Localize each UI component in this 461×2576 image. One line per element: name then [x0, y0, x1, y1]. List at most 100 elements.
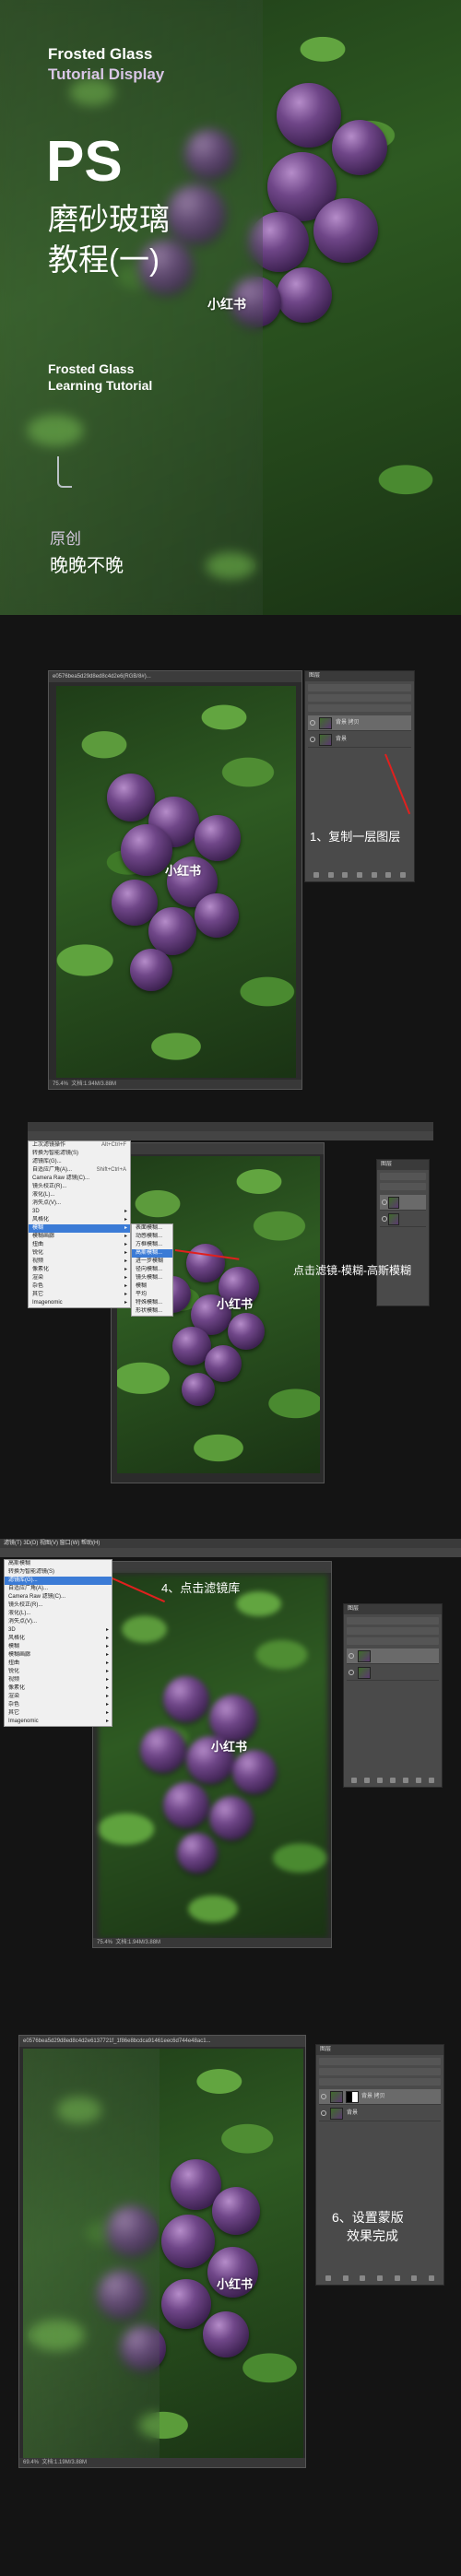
menu-item[interactable]: 其它 ▸: [29, 1291, 130, 1299]
menu-item[interactable]: 表面模糊...: [132, 1224, 172, 1233]
trash-icon[interactable]: [428, 2275, 434, 2281]
menu-bar-items[interactable]: 滤镜(T) 3D(D) 视图(V) 窗口(W) 帮助(H): [4, 1541, 100, 1546]
lock-fill-bar[interactable]: [347, 1637, 439, 1645]
eye-icon[interactable]: [310, 720, 315, 726]
fx-icon[interactable]: [364, 1778, 370, 1783]
menu-item[interactable]: 滤镜库(G)...: [29, 1158, 130, 1166]
menu-item[interactable]: 渲染 ▸: [5, 1693, 112, 1701]
lock-fill-bar[interactable]: [308, 704, 411, 712]
blend-mode-bar[interactable]: [347, 1627, 439, 1635]
menu-item[interactable]: Imagenomic ▸: [5, 1718, 112, 1726]
menu-item[interactable]: 滤镜库(G)...: [5, 1577, 112, 1585]
layer-filter-bar[interactable]: [380, 1173, 426, 1180]
menu-item[interactable]: 杂色 ▸: [5, 1701, 112, 1709]
menu-item[interactable]: 特殊模糊...: [132, 1299, 172, 1307]
menu-item[interactable]: 方框模糊...: [132, 1241, 172, 1249]
menu-item[interactable]: 模糊画廊 ▸: [5, 1651, 112, 1660]
menu-item[interactable]: 自适应广角(A)...: [5, 1585, 112, 1593]
menu-item[interactable]: 视频 ▸: [29, 1258, 130, 1266]
eye-icon[interactable]: [382, 1216, 387, 1222]
menu-item[interactable]: 模糊画廊 ▸: [29, 1233, 130, 1241]
menu-item[interactable]: 3D ▸: [5, 1626, 112, 1635]
new-layer-icon[interactable]: [411, 2275, 418, 2281]
menu-item[interactable]: 转换为智能滤镜(S): [5, 1568, 112, 1577]
menu-item[interactable]: 消失点(V)...: [5, 1618, 112, 1626]
eye-icon[interactable]: [382, 1199, 387, 1205]
menu-item[interactable]: 锐化 ▸: [5, 1668, 112, 1676]
adjustment-icon[interactable]: [356, 872, 362, 878]
blend-mode-bar[interactable]: [319, 2068, 441, 2075]
eye-icon[interactable]: [321, 2110, 326, 2116]
menu-item[interactable]: Camera Raw 滤镜(C)...: [29, 1175, 130, 1183]
menu-item[interactable]: 自适应广角(A)... Shift+Ctrl+A: [29, 1166, 130, 1175]
menu-item[interactable]: 形状模糊...: [132, 1307, 172, 1316]
menu-item[interactable]: 高斯模糊...: [132, 1249, 172, 1258]
menu-item[interactable]: 其它 ▸: [5, 1709, 112, 1718]
lock-fill-bar[interactable]: [319, 2078, 441, 2086]
menu-item[interactable]: 转换为智能滤镜(S): [29, 1150, 130, 1158]
menu-item[interactable]: 液化(L)...: [29, 1191, 130, 1199]
link-icon[interactable]: [351, 1778, 357, 1783]
layer-row-copy[interactable]: [380, 1195, 426, 1211]
menu-item[interactable]: 液化(L)...: [5, 1610, 112, 1618]
blend-mode-bar[interactable]: [308, 694, 411, 702]
menu-item[interactable]: 风格化 ▸: [5, 1635, 112, 1643]
menu-item[interactable]: Camera Raw 滤镜(C)...: [5, 1593, 112, 1601]
menu-item[interactable]: 扭曲 ▸: [5, 1660, 112, 1668]
fx-icon[interactable]: [327, 872, 334, 878]
menu-item[interactable]: 杂色 ▸: [29, 1282, 130, 1291]
eye-icon[interactable]: [310, 737, 315, 742]
menu-item[interactable]: Imagenomic ▸: [29, 1299, 130, 1307]
new-layer-icon[interactable]: [416, 1778, 421, 1783]
layer-row-copy[interactable]: 背景 拷贝: [308, 715, 411, 731]
layer-row-background[interactable]: 背景: [319, 2106, 441, 2121]
folder-icon[interactable]: [403, 1778, 408, 1783]
menu-item[interactable]: 模糊 ▸: [5, 1643, 112, 1651]
adjustment-icon[interactable]: [376, 2275, 383, 2281]
link-icon[interactable]: [325, 2275, 332, 2281]
menu-item[interactable]: 渲染 ▸: [29, 1274, 130, 1282]
layer-row-copy[interactable]: 背景 拷贝: [319, 2089, 441, 2105]
menu-item[interactable]: 镜头模糊...: [132, 1274, 172, 1282]
folder-icon[interactable]: [394, 2275, 400, 2281]
document-tab[interactable]: [112, 1143, 324, 1154]
layer-row-copy[interactable]: [347, 1648, 439, 1664]
menu-item[interactable]: 上次滤镜操作 Alt+Ctrl+F: [29, 1141, 130, 1150]
fx-icon[interactable]: [342, 2275, 349, 2281]
layer-row-background[interactable]: [347, 1665, 439, 1681]
menu-item[interactable]: 模糊 ▸: [29, 1224, 130, 1233]
menu-item[interactable]: 模糊: [132, 1282, 172, 1291]
menu-item[interactable]: 消失点(V)...: [29, 1199, 130, 1208]
layer-filter-bar[interactable]: [308, 684, 411, 691]
document-tab[interactable]: e0576bea5d29d8ed8c4d2e6137721f_1f86e8bcd…: [19, 2036, 305, 2047]
layer-mask-thumbnail[interactable]: [346, 2091, 359, 2103]
mask-icon[interactable]: [342, 872, 349, 878]
layer-filter-bar[interactable]: [347, 1617, 439, 1625]
menu-item[interactable]: 径向模糊...: [132, 1266, 172, 1274]
menu-item[interactable]: 镜头校正(R)...: [29, 1183, 130, 1191]
mask-icon[interactable]: [377, 1778, 383, 1783]
menu-item[interactable]: 高斯模糊: [5, 1560, 112, 1568]
menu-item[interactable]: 进一步模糊: [132, 1258, 172, 1266]
menu-item[interactable]: 扭曲 ▸: [29, 1241, 130, 1249]
new-layer-icon[interactable]: [385, 872, 392, 878]
menu-item[interactable]: 视频 ▸: [5, 1676, 112, 1684]
menu-item[interactable]: 3D ▸: [29, 1208, 130, 1216]
layer-filter-bar[interactable]: [319, 2058, 441, 2065]
eye-icon[interactable]: [349, 1670, 354, 1675]
document-tab[interactable]: e0576bea5d29d8ed8c4d2e6(RGB/8#)...: [49, 671, 301, 682]
eye-icon[interactable]: [321, 2094, 326, 2099]
trash-icon[interactable]: [400, 872, 407, 878]
menu-item[interactable]: 风格化 ▸: [29, 1216, 130, 1224]
adjustment-icon[interactable]: [390, 1778, 396, 1783]
folder-icon[interactable]: [371, 872, 377, 878]
menu-item[interactable]: 动感模糊...: [132, 1233, 172, 1241]
layer-row-background[interactable]: 背景: [308, 732, 411, 748]
menu-item[interactable]: 像素化 ▸: [29, 1266, 130, 1274]
menu-item[interactable]: 像素化 ▸: [5, 1684, 112, 1693]
menu-item[interactable]: 平均: [132, 1291, 172, 1299]
eye-icon[interactable]: [349, 1653, 354, 1659]
blend-mode-bar[interactable]: [380, 1183, 426, 1190]
mask-icon[interactable]: [360, 2275, 366, 2281]
link-icon[interactable]: [313, 872, 319, 878]
